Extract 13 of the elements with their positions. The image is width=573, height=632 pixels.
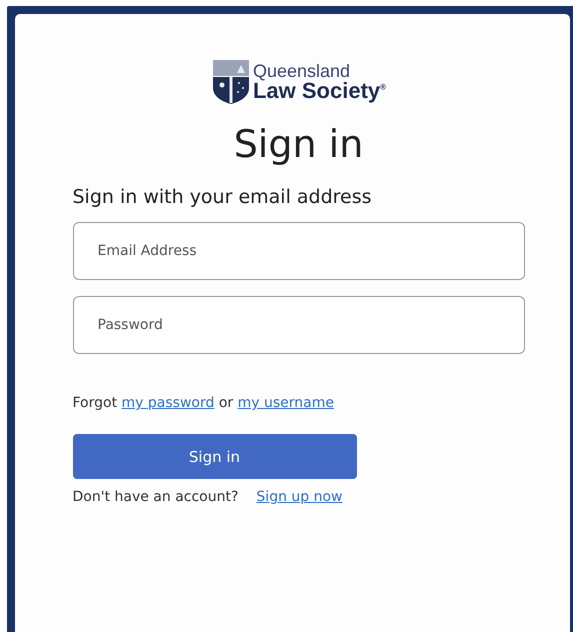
sign-in-button[interactable]: Sign in [72, 434, 356, 480]
input-field[interactable]: Email Address [72, 222, 524, 280]
page-title: Sign in [234, 122, 364, 166]
sign-up-link[interactable]: Sign up now [256, 489, 343, 506]
forgot-text: Forgot my password or my username [72, 394, 335, 412]
logo-text: Law Society$^{®}$ [252, 80, 386, 102]
form-heading: Sign in with your email address [72, 186, 373, 208]
input-field[interactable]: Password [72, 296, 524, 354]
password-link[interactable]: my password [122, 395, 214, 411]
username-link[interactable]: my username [238, 395, 334, 411]
shield-logo-icon [212, 60, 249, 104]
signup-prompt: Don't have an account? [72, 489, 238, 506]
logo-text: Queensland [252, 62, 352, 80]
